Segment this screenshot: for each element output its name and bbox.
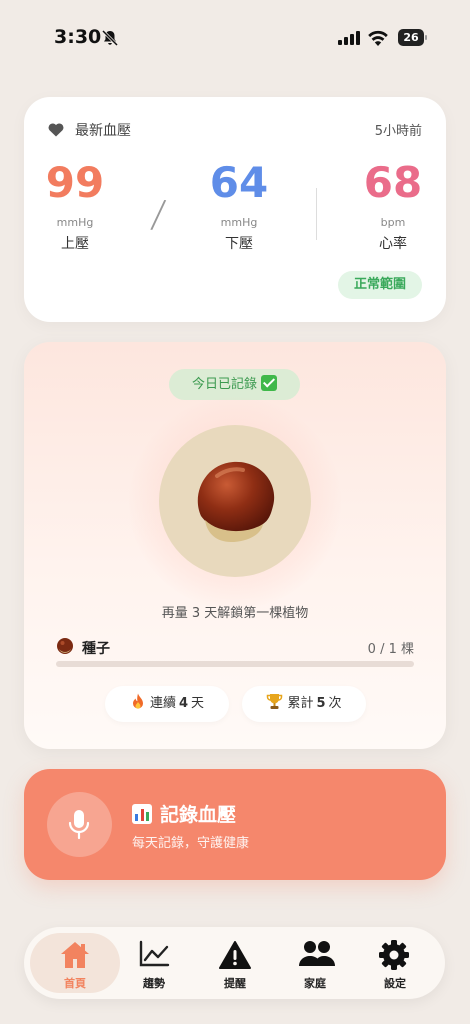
streak-prefix: 連續	[149, 696, 176, 711]
plant-stage-row: 種子 0 / 1 棵	[56, 636, 414, 658]
systolic-value: 99	[45, 158, 105, 207]
nav-item-trend[interactable]: 趨勢	[114, 933, 194, 993]
heart-rate-value: 68	[363, 158, 423, 207]
heart-icon	[48, 123, 64, 137]
systolic-label: 上壓	[61, 236, 89, 252]
plant-stage-label: 種子	[82, 641, 110, 657]
diastolic-unit: mmHg	[220, 216, 258, 229]
nav-label-home: 首頁	[64, 977, 86, 990]
gear-icon	[379, 940, 409, 970]
streak-suffix: 天	[191, 696, 205, 711]
record-bp-button[interactable]: 記錄血壓 每天記錄，守護健康	[24, 769, 446, 880]
plant-growth-card: 今日已記錄 再量 3 天解鎖第一棵植物 種子 0 / 1 棵 連續 4 天 累計…	[24, 342, 446, 749]
total-pill: 累計 5 次	[242, 686, 366, 722]
trophy-icon	[267, 694, 283, 709]
app-screen: 3:30 26 最新血壓 5小時前 99 mmHg 上壓 / 64 mmHg 下…	[0, 0, 470, 1024]
chestnut-seed-icon[interactable]	[187, 454, 283, 544]
metric-divider	[316, 188, 317, 240]
record-bp-title: 記錄血壓	[132, 800, 236, 827]
check-mark-icon	[261, 375, 277, 391]
bottom-nav: 首頁 趨勢 提醒 家庭 設定	[24, 927, 445, 999]
recorded-today-label: 今日已記錄	[191, 377, 257, 392]
systolic-metric: 99 mmHg 上壓	[20, 159, 130, 253]
nav-item-reminder[interactable]: 提醒	[195, 933, 275, 993]
diastolic-metric: 64 mmHg 下壓	[184, 159, 294, 253]
plant-progress-bar	[56, 661, 414, 667]
battery-indicator: 26	[398, 29, 428, 46]
streak-pill: 連續 4 天	[105, 686, 229, 722]
streak-value: 4	[178, 696, 189, 711]
heart-rate-label: 心率	[379, 236, 407, 252]
nav-item-family[interactable]: 家庭	[275, 933, 355, 993]
total-value: 5	[316, 696, 326, 711]
unlock-hint: 再量 3 天解鎖第一棵植物	[161, 606, 309, 621]
status-badge: 正常範圍	[337, 271, 422, 299]
recorded-today-badge: 今日已記錄	[169, 369, 300, 400]
wifi-icon	[368, 30, 388, 46]
latest-bp-card[interactable]: 最新血壓 5小時前 99 mmHg 上壓 / 64 mmHg 下壓 68 bpm…	[24, 97, 446, 322]
record-bp-title-text: 記錄血壓	[160, 804, 237, 826]
bp-card-title: 最新血壓	[75, 123, 131, 139]
bell-off-icon	[101, 29, 119, 47]
systolic-unit: mmHg	[56, 216, 94, 229]
nav-label-settings: 設定	[384, 977, 406, 990]
heart-rate-unit: bpm	[380, 216, 406, 229]
battery-cap	[425, 35, 427, 40]
total-prefix: 累計	[287, 696, 314, 711]
plant-count: 0 / 1 棵	[367, 642, 414, 657]
nav-item-home[interactable]: 首頁	[30, 933, 120, 993]
bar-chart-icon	[132, 804, 152, 824]
nav-label-trend: 趨勢	[143, 977, 165, 990]
diastolic-value: 64	[209, 158, 269, 207]
record-bp-subtitle: 每天記錄，守護健康	[132, 836, 250, 851]
bp-time-ago: 5小時前	[374, 124, 422, 139]
microphone-icon	[68, 810, 90, 840]
fire-icon	[132, 693, 143, 709]
bp-separator: /	[149, 191, 168, 237]
status-bar: 3:30 26	[0, 24, 470, 54]
heart-rate-metric: 68 bpm 心率	[338, 159, 448, 253]
diastolic-label: 下壓	[225, 236, 253, 252]
status-time: 3:30	[54, 26, 102, 48]
nav-item-settings[interactable]: 設定	[355, 933, 435, 993]
trend-chart-icon	[139, 940, 170, 967]
seed-icon	[57, 638, 73, 654]
mic-button[interactable]	[47, 792, 112, 857]
total-suffix: 次	[328, 696, 342, 711]
nav-label-family: 家庭	[304, 977, 326, 990]
nav-label-reminder: 提醒	[224, 977, 246, 990]
warning-icon	[219, 941, 251, 969]
battery-level: 26	[403, 31, 419, 44]
family-icon	[299, 941, 335, 966]
signal-icon	[338, 31, 360, 45]
home-icon	[61, 942, 89, 968]
